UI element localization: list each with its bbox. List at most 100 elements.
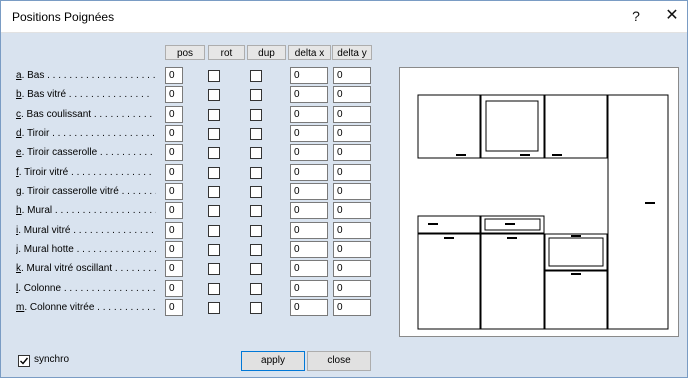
apply-button[interactable]: apply — [241, 351, 305, 371]
dup-checkbox[interactable] — [250, 244, 262, 256]
delta-y-input[interactable]: 0 — [333, 241, 371, 258]
dup-checkbox[interactable] — [250, 147, 262, 159]
row-label-b: b. Bas vitré . . . . . . . . . . . . . .… — [16, 88, 156, 102]
column-header-pos: pos — [165, 45, 205, 60]
column-header-delta-y: delta y — [332, 45, 372, 60]
pos-input[interactable]: 0 — [165, 202, 183, 219]
pos-input[interactable]: 0 — [165, 260, 183, 277]
pos-input[interactable]: 0 — [165, 164, 183, 181]
rot-checkbox[interactable] — [208, 147, 220, 159]
delta-x-input[interactable]: 0 — [290, 125, 328, 142]
delta-x-input[interactable]: 0 — [290, 86, 328, 103]
help-button[interactable]: ? — [621, 5, 651, 27]
dup-checkbox[interactable] — [250, 109, 262, 121]
delta-x-input[interactable]: 0 — [290, 299, 328, 316]
column-header-rot: rot — [208, 45, 245, 60]
delta-y-input[interactable]: 0 — [333, 144, 371, 161]
oven-window — [548, 237, 604, 267]
row-label-text: . Mural . . . . . . . . . . . . . . . . … — [21, 205, 156, 216]
column-header-dup: dup — [247, 45, 286, 60]
row-label-text: . Bas coulissant . . . . . . . . . . . — [21, 109, 153, 120]
wall-cabinet-glass — [480, 94, 545, 159]
delta-y-input[interactable]: 0 — [333, 299, 371, 316]
row-label-text: . Tiroir casserolle vitré . . . . . . . — [21, 186, 156, 197]
delta-x-input[interactable]: 0 — [290, 67, 328, 84]
rot-checkbox[interactable] — [208, 109, 220, 121]
rot-checkbox[interactable] — [208, 70, 220, 82]
rot-checkbox[interactable] — [208, 167, 220, 179]
delta-x-input[interactable]: 0 — [290, 202, 328, 219]
row-label-text: . Mural vitré oscillant . . . . . . . . — [21, 263, 156, 274]
row-label-text: . Colonne vitrée . . . . . . . . . . . — [24, 302, 156, 313]
rot-checkbox[interactable] — [208, 225, 220, 237]
rot-checkbox[interactable] — [208, 302, 220, 314]
delta-x-input[interactable]: 0 — [290, 260, 328, 277]
delta-y-input[interactable]: 0 — [333, 202, 371, 219]
dup-checkbox[interactable] — [250, 70, 262, 82]
pos-input[interactable]: 0 — [165, 222, 183, 239]
dup-checkbox[interactable] — [250, 89, 262, 101]
pos-input[interactable]: 0 — [165, 280, 183, 297]
dup-checkbox[interactable] — [250, 128, 262, 140]
delta-y-input[interactable]: 0 — [333, 67, 371, 84]
delta-x-input[interactable]: 0 — [290, 222, 328, 239]
dup-checkbox[interactable] — [250, 167, 262, 179]
delta-y-input[interactable]: 0 — [333, 260, 371, 277]
tall-column — [607, 94, 669, 330]
delta-y-input[interactable]: 0 — [333, 164, 371, 181]
rot-checkbox[interactable] — [208, 263, 220, 275]
pos-input[interactable]: 0 — [165, 125, 183, 142]
dup-checkbox[interactable] — [250, 283, 262, 295]
row-label-h: h. Mural . . . . . . . . . . . . . . . .… — [16, 204, 156, 218]
delta-x-input[interactable]: 0 — [290, 241, 328, 258]
pos-input[interactable]: 0 — [165, 183, 183, 200]
delta-y-input[interactable]: 0 — [333, 280, 371, 297]
delta-y-input[interactable]: 0 — [333, 183, 371, 200]
base-cabinet-right — [544, 270, 608, 330]
rot-checkbox[interactable] — [208, 89, 220, 101]
row-label-a: a. Bas . . . . . . . . . . . . . . . . .… — [16, 69, 156, 83]
pos-input[interactable]: 0 — [165, 86, 183, 103]
base-cabinet-left — [417, 233, 481, 330]
rot-checkbox[interactable] — [208, 205, 220, 217]
pos-input[interactable]: 0 — [165, 144, 183, 161]
delta-x-input[interactable]: 0 — [290, 280, 328, 297]
rot-checkbox[interactable] — [208, 244, 220, 256]
row-label-l: l. Colonne . . . . . . . . . . . . . . .… — [16, 282, 156, 296]
delta-y-input[interactable]: 0 — [333, 106, 371, 123]
row-label-k: k. Mural vitré oscillant . . . . . . . . — [16, 262, 156, 276]
rot-checkbox[interactable] — [208, 186, 220, 198]
dup-checkbox[interactable] — [250, 302, 262, 314]
row-label-text: . Colonne . . . . . . . . . . . . . . . … — [18, 283, 156, 294]
row-label-c: c. Bas coulissant . . . . . . . . . . . — [16, 108, 156, 122]
rot-checkbox[interactable] — [208, 128, 220, 140]
row-label-e: e. Tiroir casserolle . . . . . . . . . .… — [16, 146, 156, 160]
checkmark-icon — [20, 357, 29, 365]
pos-input[interactable]: 0 — [165, 67, 183, 84]
column-header-delta-x: delta x — [288, 45, 331, 60]
row-label-text: . Bas . . . . . . . . . . . . . . . . . … — [21, 70, 156, 81]
delta-y-input[interactable]: 0 — [333, 86, 371, 103]
row-label-m: m. Colonne vitrée . . . . . . . . . . . — [16, 301, 156, 315]
close-window-button[interactable]: ✕ — [657, 5, 687, 27]
pos-input[interactable]: 0 — [165, 299, 183, 316]
dup-checkbox[interactable] — [250, 205, 262, 217]
pos-input[interactable]: 0 — [165, 106, 183, 123]
delta-x-input[interactable]: 0 — [290, 144, 328, 161]
dup-checkbox[interactable] — [250, 225, 262, 237]
row-label-f: f. Tiroir vitré . . . . . . . . . . . . … — [16, 166, 156, 180]
title-bar: Positions Poignées ? ✕ — [1, 1, 687, 33]
row-label-j: j. Mural hotte . . . . . . . . . . . . .… — [16, 243, 156, 257]
pos-input[interactable]: 0 — [165, 241, 183, 258]
positions-poignees-dialog: Positions Poignées ? ✕ pos rot dup delta xd… — [0, 0, 688, 378]
delta-y-input[interactable]: 0 — [333, 222, 371, 239]
delta-x-input[interactable]: 0 — [290, 106, 328, 123]
delta-x-input[interactable]: 0 — [290, 164, 328, 181]
synchro-checkbox[interactable] — [18, 355, 30, 367]
delta-x-input[interactable]: 0 — [290, 183, 328, 200]
delta-y-input[interactable]: 0 — [333, 125, 371, 142]
dup-checkbox[interactable] — [250, 186, 262, 198]
dup-checkbox[interactable] — [250, 263, 262, 275]
rot-checkbox[interactable] — [208, 283, 220, 295]
close-button[interactable]: close — [307, 351, 371, 371]
